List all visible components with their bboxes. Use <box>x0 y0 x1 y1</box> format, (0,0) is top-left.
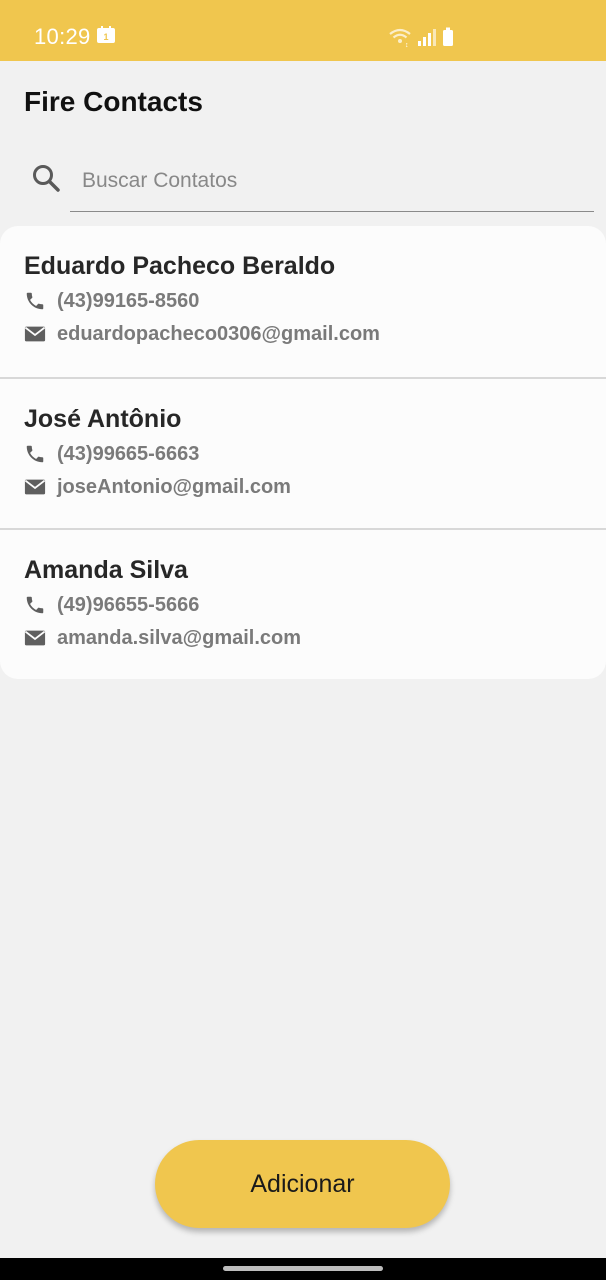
contact-email-row: joseAntonio@gmail.com <box>24 474 291 500</box>
contact-phone-row: (43)99165-8560 <box>24 288 199 314</box>
contact-phone: (49)96655-5666 <box>57 593 200 616</box>
svg-text:1: 1 <box>103 32 108 42</box>
contact-phone-row: (43)99665-6663 <box>24 441 199 467</box>
phone-icon <box>24 290 46 312</box>
contact-card[interactable]: Eduardo Pacheco Beraldo (43)99165-8560 e… <box>0 226 606 377</box>
calendar-icon: 1 <box>96 26 116 44</box>
status-bar: 10:29 1 ↕ <box>0 0 606 61</box>
battery-icon <box>443 27 453 46</box>
home-handle[interactable] <box>223 1266 383 1271</box>
envelope-icon <box>24 476 46 498</box>
contact-email: joseAntonio@gmail.com <box>57 475 291 498</box>
envelope-icon <box>24 323 46 345</box>
contact-phone-row: (49)96655-5666 <box>24 592 199 618</box>
contact-card[interactable]: José Antônio (43)99665-6663 joseAntonio@… <box>0 377 606 528</box>
signal-icon <box>418 29 436 46</box>
search-bar <box>30 150 596 214</box>
search-icon <box>30 162 64 196</box>
page-title: Fire Contacts <box>24 86 203 117</box>
envelope-icon <box>24 627 46 649</box>
svg-text:↕: ↕ <box>405 42 409 48</box>
add-contact-button[interactable]: Adicionar <box>155 1140 450 1228</box>
contact-email: eduardopacheco0306@gmail.com <box>57 322 380 345</box>
status-icons: ↕ <box>388 26 458 49</box>
contact-name: José Antônio <box>24 405 182 433</box>
contact-phone: (43)99665-6663 <box>57 442 200 465</box>
wifi-icon: ↕ <box>389 28 411 49</box>
contact-email-row: eduardopacheco0306@gmail.com <box>24 321 380 347</box>
contact-card[interactable]: Amanda Silva (49)96655-5666 amanda.silva… <box>0 528 606 679</box>
contact-phone: (43)99165-8560 <box>57 289 200 312</box>
contact-list: Eduardo Pacheco Beraldo (43)99165-8560 e… <box>0 226 606 679</box>
phone-icon <box>24 443 46 465</box>
contact-name: Eduardo Pacheco Beraldo <box>24 252 336 280</box>
contact-name: Amanda Silva <box>24 556 188 584</box>
system-nav-bar <box>0 1258 606 1280</box>
phone-icon <box>24 594 46 616</box>
contact-email-row: amanda.silva@gmail.com <box>24 625 301 651</box>
search-input[interactable] <box>70 150 594 212</box>
contact-email: amanda.silva@gmail.com <box>57 626 302 649</box>
status-time: 10:29 <box>34 24 91 49</box>
